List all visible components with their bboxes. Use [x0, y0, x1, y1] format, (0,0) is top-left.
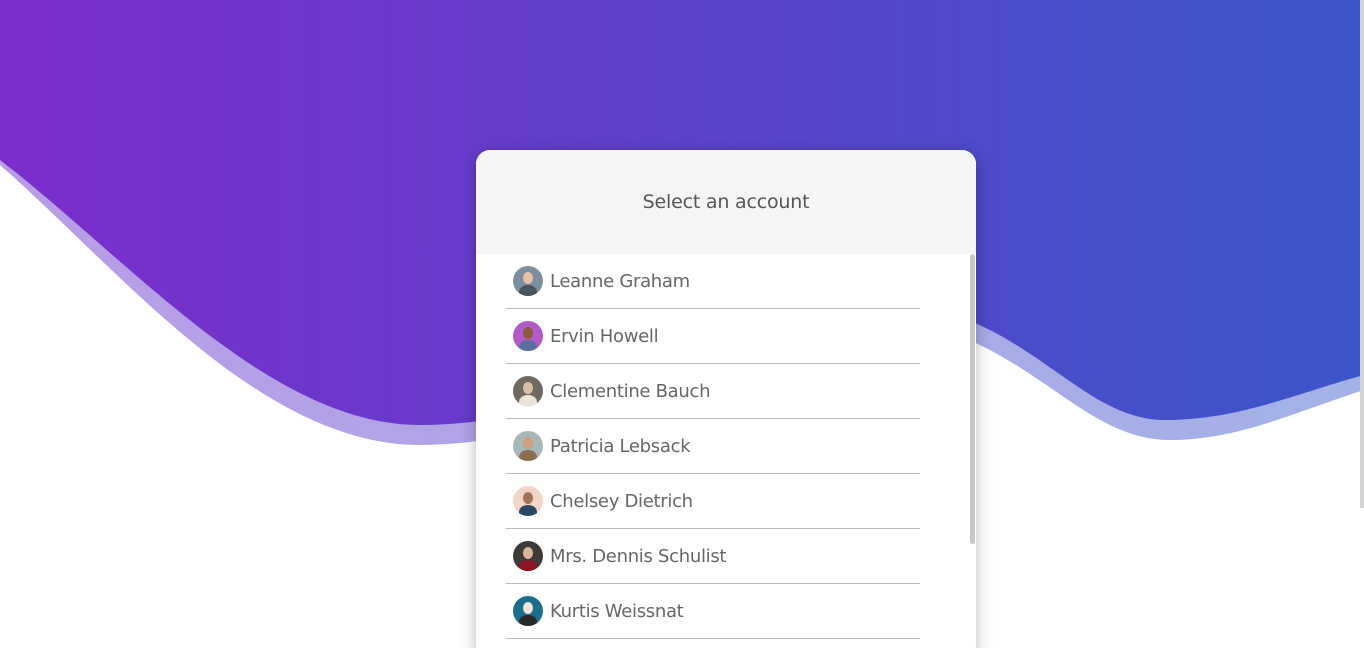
account-list-item[interactable]: Leanne Graham	[506, 254, 920, 309]
account-name: Leanne Graham	[550, 270, 690, 292]
dialog-title: Select an account	[642, 191, 810, 213]
account-list-item[interactable]: Kurtis Weissnat	[506, 584, 920, 639]
page-background: Select an account Leanne Graham Ervin How…	[0, 0, 1364, 648]
user-avatar-icon	[513, 376, 543, 406]
account-list: Leanne Graham Ervin Howell Clementine Bauc…	[476, 254, 976, 639]
account-name: Ervin Howell	[550, 325, 659, 347]
user-avatar-icon	[513, 321, 543, 351]
scrollbar-thumb[interactable]	[970, 254, 975, 544]
account-list-item[interactable]: Clementine Bauch	[506, 364, 920, 419]
page-scrollbar[interactable]	[1360, 0, 1364, 508]
account-list-item[interactable]: Ervin Howell	[506, 309, 920, 364]
dialog-header: Select an account	[476, 150, 976, 254]
account-name: Kurtis Weissnat	[550, 600, 684, 622]
user-avatar-icon	[513, 431, 543, 461]
user-avatar-icon	[513, 486, 543, 516]
account-list-item[interactable]: Mrs. Dennis Schulist	[506, 529, 920, 584]
account-list-item[interactable]: Chelsey Dietrich	[506, 474, 920, 529]
account-list-item[interactable]: Patricia Lebsack	[506, 419, 920, 474]
user-avatar-icon	[513, 266, 543, 296]
user-avatar-icon	[513, 596, 543, 626]
account-selector-dialog: Select an account Leanne Graham Ervin How…	[476, 150, 976, 648]
account-name: Clementine Bauch	[550, 380, 711, 402]
user-avatar-icon	[513, 541, 543, 571]
account-name: Mrs. Dennis Schulist	[550, 545, 727, 567]
account-list-scrollbar[interactable]	[968, 254, 976, 648]
account-name: Patricia Lebsack	[550, 435, 691, 457]
account-name: Chelsey Dietrich	[550, 490, 693, 512]
